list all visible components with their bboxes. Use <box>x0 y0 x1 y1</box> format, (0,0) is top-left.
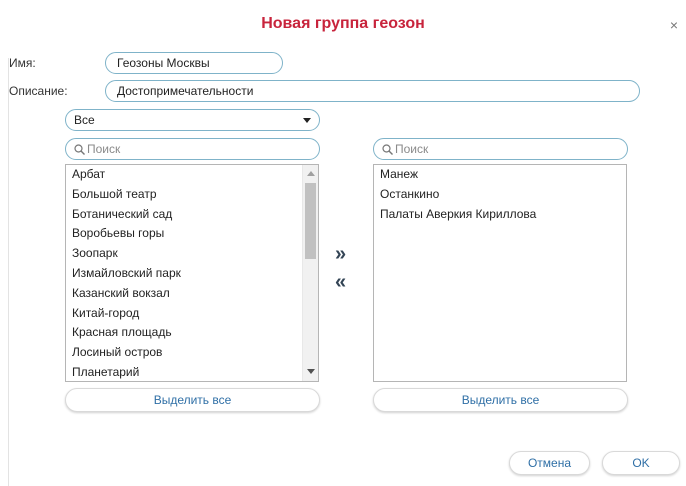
group-items-container: Манеж Останкино Палаты Аверкия Кириллова <box>374 165 626 224</box>
scroll-up-icon[interactable] <box>307 171 315 176</box>
cancel-button[interactable]: Отмена <box>509 451 590 475</box>
list-item[interactable]: Воробьевы горы <box>66 224 318 244</box>
scrollbar[interactable] <box>302 165 318 381</box>
list-item[interactable]: Зоопарк <box>66 244 318 264</box>
list-item[interactable]: Ботанический сад <box>66 205 318 225</box>
list-item[interactable]: Манеж <box>374 165 626 185</box>
list-item[interactable]: Арбат <box>66 165 318 185</box>
list-item[interactable]: Большой театр <box>66 185 318 205</box>
left-select-all-button[interactable]: Выделить все <box>65 388 320 412</box>
list-item[interactable]: Останкино <box>374 185 626 205</box>
ok-button[interactable]: OK <box>602 451 680 475</box>
search-icon <box>74 144 85 155</box>
add-to-group-button[interactable]: » <box>335 244 346 264</box>
filter-select-value: Все <box>74 113 95 127</box>
list-item[interactable]: Китай-город <box>66 304 318 324</box>
right-select-all-button[interactable]: Выделить все <box>373 388 628 412</box>
group-geofences-list[interactable]: Манеж Останкино Палаты Аверкия Кириллова <box>373 164 627 382</box>
name-label: Имя: <box>9 56 36 70</box>
list-item[interactable]: Измайловский парк <box>66 264 318 284</box>
right-search-input[interactable]: Поиск <box>373 138 628 160</box>
left-search-placeholder: Поиск <box>87 142 121 156</box>
new-geofence-group-dialog: Новая группа геозон × Имя: Геозоны Москв… <box>0 0 686 486</box>
description-label: Описание: <box>9 84 68 98</box>
list-item[interactable]: Казанский вокзал <box>66 284 318 304</box>
close-icon[interactable]: × <box>670 18 678 32</box>
filter-select[interactable]: Все <box>65 109 320 131</box>
search-icon <box>382 144 393 155</box>
list-item[interactable]: Красная площадь <box>66 323 318 343</box>
list-item[interactable]: Планетарий <box>66 363 318 381</box>
list-item[interactable]: Палаты Аверкия Кириллова <box>374 205 626 225</box>
available-geofences-list[interactable]: Арбат Большой театр Ботанический сад Воробь… <box>65 164 319 382</box>
scroll-down-icon[interactable] <box>307 369 315 374</box>
dialog-left-border <box>8 58 9 486</box>
scroll-thumb[interactable] <box>305 183 316 259</box>
chevron-down-icon <box>303 118 311 123</box>
left-search-input[interactable]: Поиск <box>65 138 320 160</box>
remove-from-group-button[interactable]: « <box>335 272 346 292</box>
dialog-title: Новая группа геозон <box>261 15 425 32</box>
available-items-container: Арбат Большой театр Ботанический сад Воробь… <box>66 165 318 381</box>
description-field[interactable]: Достопримечательности <box>105 80 640 102</box>
name-field[interactable]: Геозоны Москвы <box>105 52 283 74</box>
right-search-placeholder: Поиск <box>395 142 429 156</box>
list-item[interactable]: Лосиный остров <box>66 343 318 363</box>
